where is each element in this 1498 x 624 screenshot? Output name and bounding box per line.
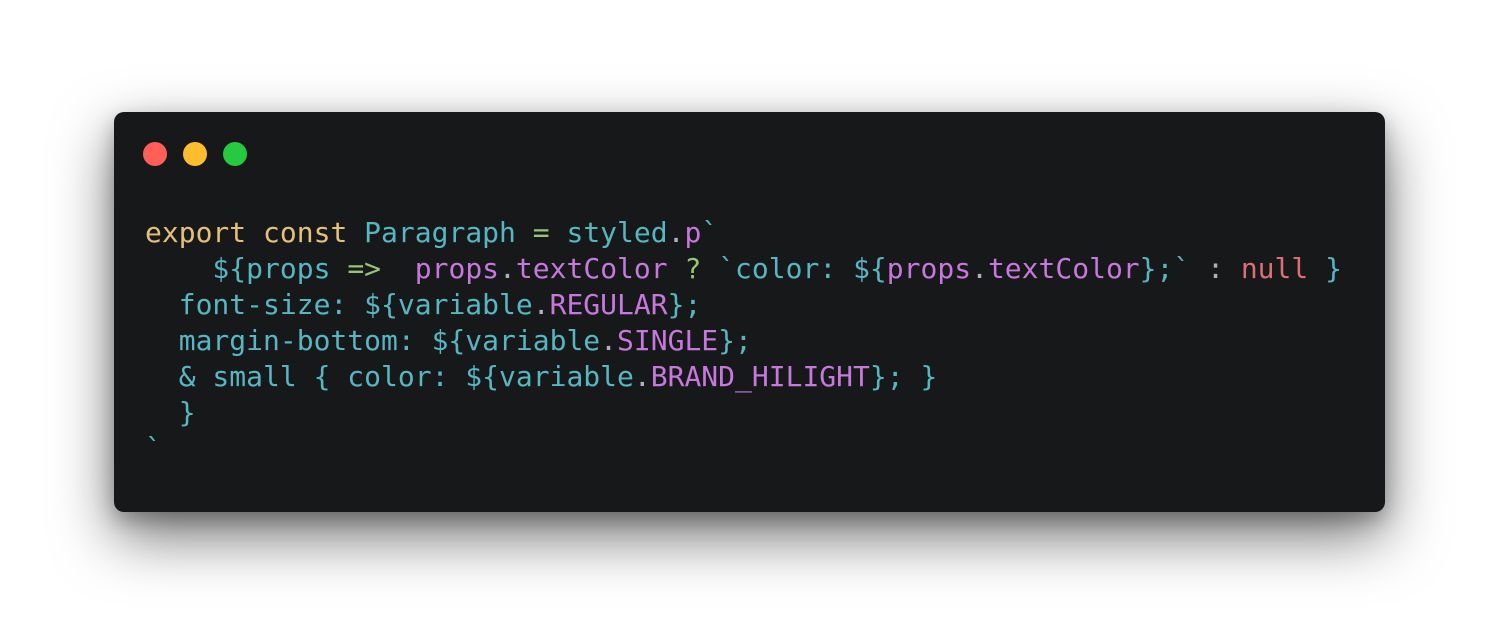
code-token: :	[1207, 252, 1224, 285]
code-token: }	[145, 396, 196, 429]
code-token: `	[701, 216, 719, 249]
code-token: export	[145, 216, 247, 249]
code-token: ?	[684, 252, 702, 285]
code-token: p	[684, 216, 702, 249]
zoom-button[interactable]	[223, 142, 247, 166]
code-token: .	[532, 288, 550, 321]
code-token: .	[499, 252, 516, 285]
code-line: font-size: ${variable.REGULAR};	[145, 287, 1342, 323]
close-button[interactable]	[143, 142, 167, 166]
code-line: margin-bottom: ${variable.SINGLE};	[145, 323, 1342, 359]
code-token: };	[718, 324, 752, 357]
code-token: .	[971, 252, 988, 285]
code-token: `color: ${	[718, 252, 887, 285]
code-token: `	[145, 432, 162, 465]
code-block: export const Paragraph = styled.p` ${pro…	[145, 215, 1342, 467]
code-token: props	[886, 252, 972, 285]
code-token: null	[1240, 252, 1309, 285]
window-controls	[143, 142, 247, 166]
screenshot-stage: export const Paragraph = styled.p` ${pro…	[0, 0, 1498, 624]
code-token: .	[633, 360, 651, 393]
code-token: textColor	[987, 252, 1140, 285]
code-token: .	[667, 216, 685, 249]
code-token: variable	[499, 360, 634, 393]
code-token: }; }	[869, 360, 938, 393]
code-token: const	[263, 216, 348, 249]
code-token: BRAND_HILIGHT	[650, 360, 870, 393]
code-token: textColor	[515, 252, 668, 285]
code-line: & small { color: ${variable.BRAND_HILIGH…	[145, 359, 1342, 395]
code-token: REGULAR	[549, 288, 668, 321]
code-token: SINGLE	[617, 324, 719, 357]
code-token: variable	[465, 324, 601, 357]
code-token: props	[246, 252, 331, 285]
code-token: margin-bottom: ${	[145, 324, 466, 357]
code-token: =	[532, 216, 550, 249]
code-token: & small { color: ${	[145, 360, 500, 393]
code-token: props	[414, 252, 500, 285]
code-token: styled	[566, 216, 668, 249]
code-line: export const Paragraph = styled.p`	[145, 215, 1342, 251]
code-token: Paragraph	[364, 216, 516, 249]
code-line: ${props => props.textColor ? `color: ${p…	[145, 251, 1342, 287]
code-token: };`	[1139, 252, 1191, 285]
code-token: };	[667, 288, 702, 321]
code-window: export const Paragraph = styled.p` ${pro…	[114, 112, 1385, 512]
code-token: }	[1325, 252, 1342, 285]
code-token: .	[600, 324, 618, 357]
code-token: font-size: ${	[145, 288, 398, 321]
code-token: variable	[397, 288, 533, 321]
code-line: }	[145, 395, 1342, 431]
minimize-button[interactable]	[183, 142, 207, 166]
code-token: ${	[145, 252, 247, 285]
code-token: =>	[347, 252, 382, 285]
code-line: `	[145, 431, 1342, 467]
